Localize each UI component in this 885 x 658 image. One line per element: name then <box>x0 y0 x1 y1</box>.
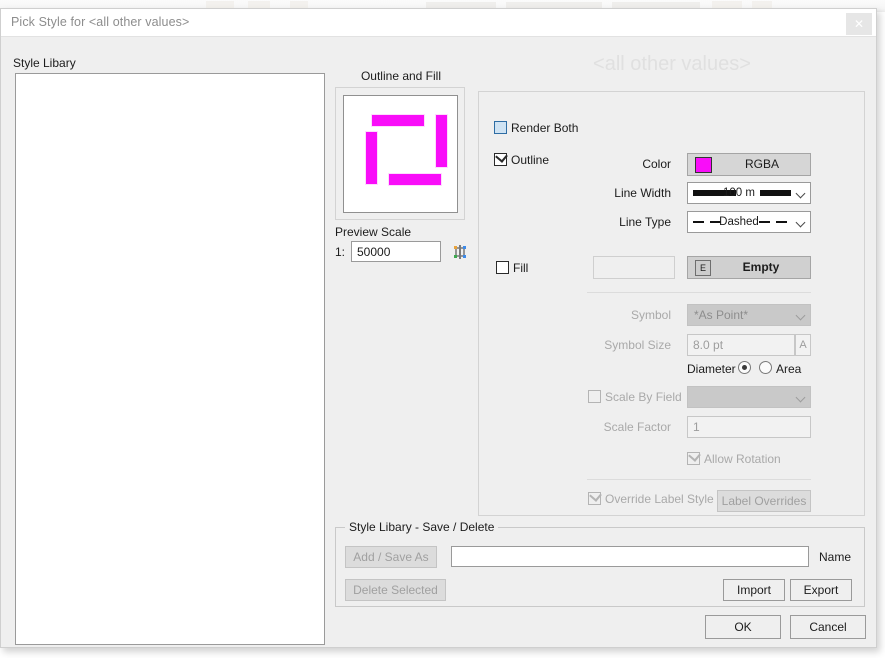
preview-dash-top <box>372 115 424 126</box>
preview-scale-input[interactable] <box>351 241 441 262</box>
color-swatch <box>695 157 712 173</box>
style-library-label: Style Libary <box>13 56 76 70</box>
chevron-down-icon <box>795 217 806 228</box>
page-title: <all other values> <box>593 53 751 75</box>
fill-pattern-label: Empty <box>742 260 780 274</box>
scale-by-field-value <box>688 387 790 407</box>
scale-by-field-checkbox <box>588 390 601 403</box>
outline-and-fill-label: Outline and Fill <box>360 69 442 83</box>
symbol-size-label: Symbol Size <box>604 338 671 352</box>
outline-checkbox[interactable] <box>494 150 508 166</box>
fill-preview-swatch <box>593 256 675 279</box>
symbol-size-unit-button: A <box>795 334 811 356</box>
line-width-value: 100 m <box>723 187 755 199</box>
scale-by-field-label: Scale By Field <box>605 390 682 404</box>
line-width-combo[interactable]: 100 m <box>687 182 811 204</box>
diameter-radio[interactable] <box>738 361 751 374</box>
save-delete-group-title: Style Libary - Save / Delete <box>345 520 499 534</box>
area-radio[interactable] <box>759 361 772 374</box>
symbol-combo: *As Point* <box>687 304 811 326</box>
chevron-down-icon <box>795 310 806 321</box>
style-preview-frame <box>335 87 465 220</box>
delete-selected-button: Delete Selected <box>345 579 446 601</box>
style-preview-canvas <box>343 95 458 213</box>
import-button[interactable]: Import <box>723 579 785 601</box>
chevron-down-icon <box>795 188 806 199</box>
export-button[interactable]: Export <box>790 579 852 601</box>
close-x-icon[interactable]: ✕ <box>846 13 872 35</box>
preview-dash-bottom <box>389 174 441 185</box>
chevron-down-icon <box>795 392 806 403</box>
diameter-label: Diameter <box>687 362 736 376</box>
allow-rotation-checkbox <box>687 449 701 465</box>
label-overrides-button: Label Overrides <box>717 490 811 512</box>
color-label: Color <box>642 157 671 171</box>
line-type-value: Dashed <box>719 216 759 228</box>
render-both-checkbox[interactable] <box>494 121 507 134</box>
outline-label: Outline <box>511 153 550 167</box>
divider-fill-symbol <box>587 292 811 293</box>
pick-style-dialog: Pick Style for <all other values> ✕ Styl… <box>0 8 877 648</box>
symbol-value: *As Point* <box>694 308 749 322</box>
preview-scale-prefix: 1: <box>335 245 346 259</box>
override-label-style-checkbox <box>588 489 602 505</box>
preview-scale-label: Preview Scale <box>335 225 412 239</box>
divider-rotation-labels <box>587 479 811 480</box>
preview-dash-left <box>366 132 377 184</box>
scale-factor-value: 1 <box>687 416 811 438</box>
ok-button[interactable]: OK <box>705 615 781 639</box>
render-both-label: Render Both <box>511 121 579 135</box>
scale-by-field-combo <box>687 386 811 408</box>
cancel-button[interactable]: Cancel <box>790 615 866 639</box>
style-library-list[interactable] <box>15 73 325 645</box>
scale-factor-label: Scale Factor <box>603 420 671 434</box>
add-save-as-button: Add / Save As <box>345 546 437 568</box>
fill-label: Fill <box>513 261 529 275</box>
area-label: Area <box>776 362 802 376</box>
symbol-size-value: 8.0 pt <box>687 334 795 356</box>
fill-pattern-button[interactable]: E Empty <box>687 256 811 279</box>
override-label-style-label: Override Label Style <box>605 492 714 506</box>
allow-rotation-label: Allow Rotation <box>704 452 781 466</box>
line-type-combo[interactable]: Dashed <box>687 211 811 233</box>
style-name-input[interactable] <box>451 546 809 567</box>
line-width-label: Line Width <box>614 186 671 200</box>
fill-checkbox[interactable] <box>496 261 509 274</box>
outline-color-button[interactable]: RGBA <box>687 153 811 176</box>
name-label: Name <box>819 550 852 564</box>
fit-to-extent-icon[interactable] <box>451 243 469 261</box>
empty-pattern-icon: E <box>695 260 711 276</box>
preview-dash-right <box>436 115 447 167</box>
symbol-label: Symbol <box>630 308 671 322</box>
line-type-label: Line Type <box>619 215 671 229</box>
dialog-titlebar: Pick Style for <all other values> ✕ <box>1 9 876 37</box>
dialog-title: Pick Style for <all other values> <box>11 15 190 29</box>
color-mode-label: RGBA <box>744 157 779 171</box>
